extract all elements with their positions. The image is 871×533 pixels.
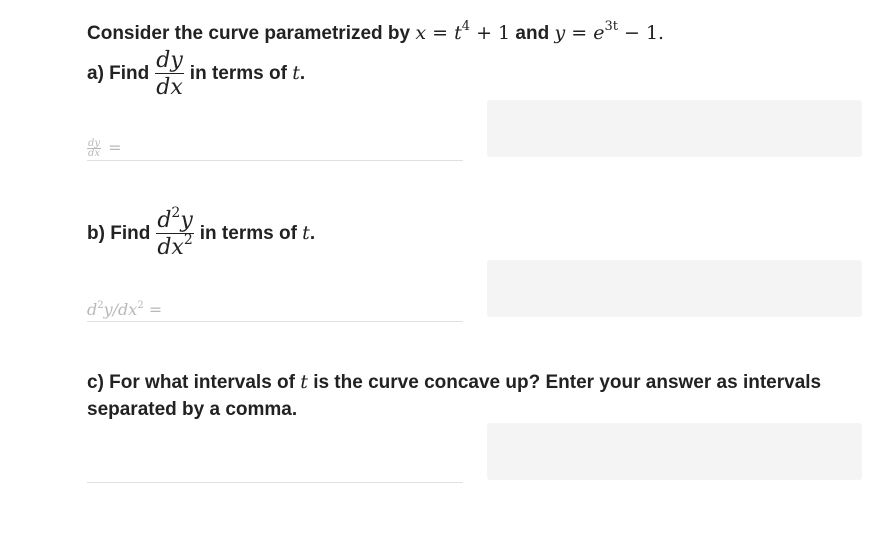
- dy-dx-fraction: dy dx: [155, 48, 184, 100]
- part-b-var: t: [302, 222, 310, 245]
- part-a-var: t: [292, 62, 300, 85]
- part-b-answer-row: d2y/dx2 =: [87, 299, 463, 322]
- part-b-answer-input[interactable]: [87, 299, 463, 321]
- part-a-answer-row: dy dx =: [87, 138, 463, 161]
- part-a-label: a) Find: [87, 63, 150, 85]
- part-c-answer-input[interactable]: [87, 460, 463, 482]
- part-c-answer-row: [87, 460, 463, 483]
- part-b-prompt: b) Find d2y dx2 in terms of t.: [87, 205, 316, 260]
- part-b-label: b) Find: [87, 223, 151, 245]
- part-c-feedback-box: [487, 423, 862, 480]
- part-b-feedback-box: [487, 260, 862, 317]
- d2y-dx2-fraction: d2y dx2: [156, 205, 194, 260]
- part-c-var: t: [300, 371, 308, 393]
- part-c-prompt-line-2: separated by a comma.: [87, 399, 298, 420]
- part-b-tail: in terms of: [199, 223, 297, 245]
- part-c-prompt-line-1: c) For what intervals of t is the curve …: [87, 371, 822, 393]
- part-a-feedback-box: [487, 100, 862, 157]
- x-equation: x = t4 + 1: [415, 19, 511, 44]
- part-a-answer-input[interactable]: [87, 138, 463, 160]
- part-a-prompt: a) Find dy dx in terms of t.: [87, 48, 306, 100]
- calculus-problem: Consider the curve parametrized by x = t…: [0, 0, 871, 533]
- y-equation: y = e3t − 1.: [554, 19, 665, 44]
- problem-intro: Consider the curve parametrized by x = t…: [87, 19, 665, 46]
- part-a-tail: in terms of: [189, 63, 287, 85]
- intro-text: Consider the curve parametrized by: [87, 23, 411, 44]
- and-text: and: [515, 23, 550, 44]
